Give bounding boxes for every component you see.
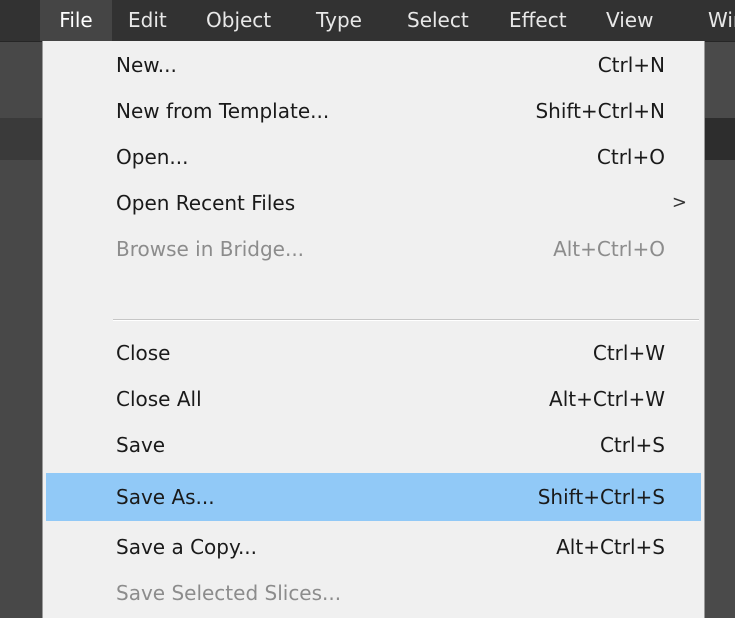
- menu-item-close[interactable]: Close Ctrl+W: [46, 329, 701, 377]
- menu-edit[interactable]: Edit: [128, 0, 167, 41]
- chevron-right-icon: >: [671, 192, 687, 213]
- left-panel-band: [0, 118, 42, 160]
- menu-item-label: New...: [116, 53, 177, 77]
- menu-item-new-from-template[interactable]: New from Template... Shift+Ctrl+N: [46, 87, 701, 135]
- menu-item-open[interactable]: Open... Ctrl+O: [46, 133, 701, 181]
- menu-item-label: Save Selected Slices...: [116, 581, 342, 605]
- menu-item-shortcut: Ctrl+W: [592, 341, 665, 365]
- menu-item-shortcut: Ctrl+S: [599, 433, 665, 457]
- left-panel-strip: [0, 42, 42, 618]
- menu-type[interactable]: Type: [316, 0, 362, 41]
- file-dropdown-menu: New... Ctrl+N New from Template... Shift…: [42, 41, 705, 618]
- menu-item-shortcut: Ctrl+O: [596, 145, 665, 169]
- menu-file[interactable]: File: [40, 0, 112, 41]
- menu-item-shortcut: Alt+Ctrl+O: [553, 237, 665, 261]
- menu-window[interactable]: Wir: [708, 0, 735, 41]
- menu-item-label: Open...: [116, 145, 189, 169]
- menu-view[interactable]: View: [606, 0, 653, 41]
- menu-item-new[interactable]: New... Ctrl+N: [46, 41, 701, 89]
- menu-item-close-all[interactable]: Close All Alt+Ctrl+W: [46, 375, 701, 423]
- menu-effect[interactable]: Effect: [509, 0, 567, 41]
- menu-bar: File Edit Object Type Select Effect View…: [0, 0, 735, 42]
- menu-object[interactable]: Object: [206, 0, 271, 41]
- menu-item-shortcut: Alt+Ctrl+W: [549, 387, 665, 411]
- menu-item-label: Save As...: [116, 485, 215, 509]
- menu-item-label: Close: [116, 341, 171, 365]
- menu-item-label: Close All: [116, 387, 202, 411]
- menu-item-label: Save a Copy...: [116, 535, 258, 559]
- menu-item-save-selected-slices: Save Selected Slices...: [46, 569, 701, 617]
- right-panel-strip: [705, 42, 735, 618]
- menu-item-label: Open Recent Files: [116, 191, 296, 215]
- menu-item-label: New from Template...: [116, 99, 330, 123]
- menu-item-shortcut: Alt+Ctrl+S: [556, 535, 665, 559]
- menu-item-shortcut: Shift+Ctrl+S: [537, 485, 665, 509]
- menu-item-label: Browse in Bridge...: [116, 237, 305, 261]
- menu-item-browse-in-bridge: Browse in Bridge... Alt+Ctrl+O: [46, 225, 701, 273]
- menu-item-shortcut: Ctrl+N: [597, 53, 665, 77]
- right-panel-band: [705, 118, 735, 160]
- menu-item-save[interactable]: Save Ctrl+S: [46, 421, 701, 469]
- menu-item-save-a-copy[interactable]: Save a Copy... Alt+Ctrl+S: [46, 523, 701, 571]
- menu-select[interactable]: Select: [407, 0, 469, 41]
- menu-item-shortcut: Shift+Ctrl+N: [535, 99, 665, 123]
- menu-separator: [113, 319, 699, 321]
- menu-item-label: Save: [116, 433, 166, 457]
- menu-item-open-recent-files[interactable]: Open Recent Files >: [46, 179, 701, 227]
- menu-item-save-as[interactable]: Save As... Shift+Ctrl+S: [46, 473, 701, 521]
